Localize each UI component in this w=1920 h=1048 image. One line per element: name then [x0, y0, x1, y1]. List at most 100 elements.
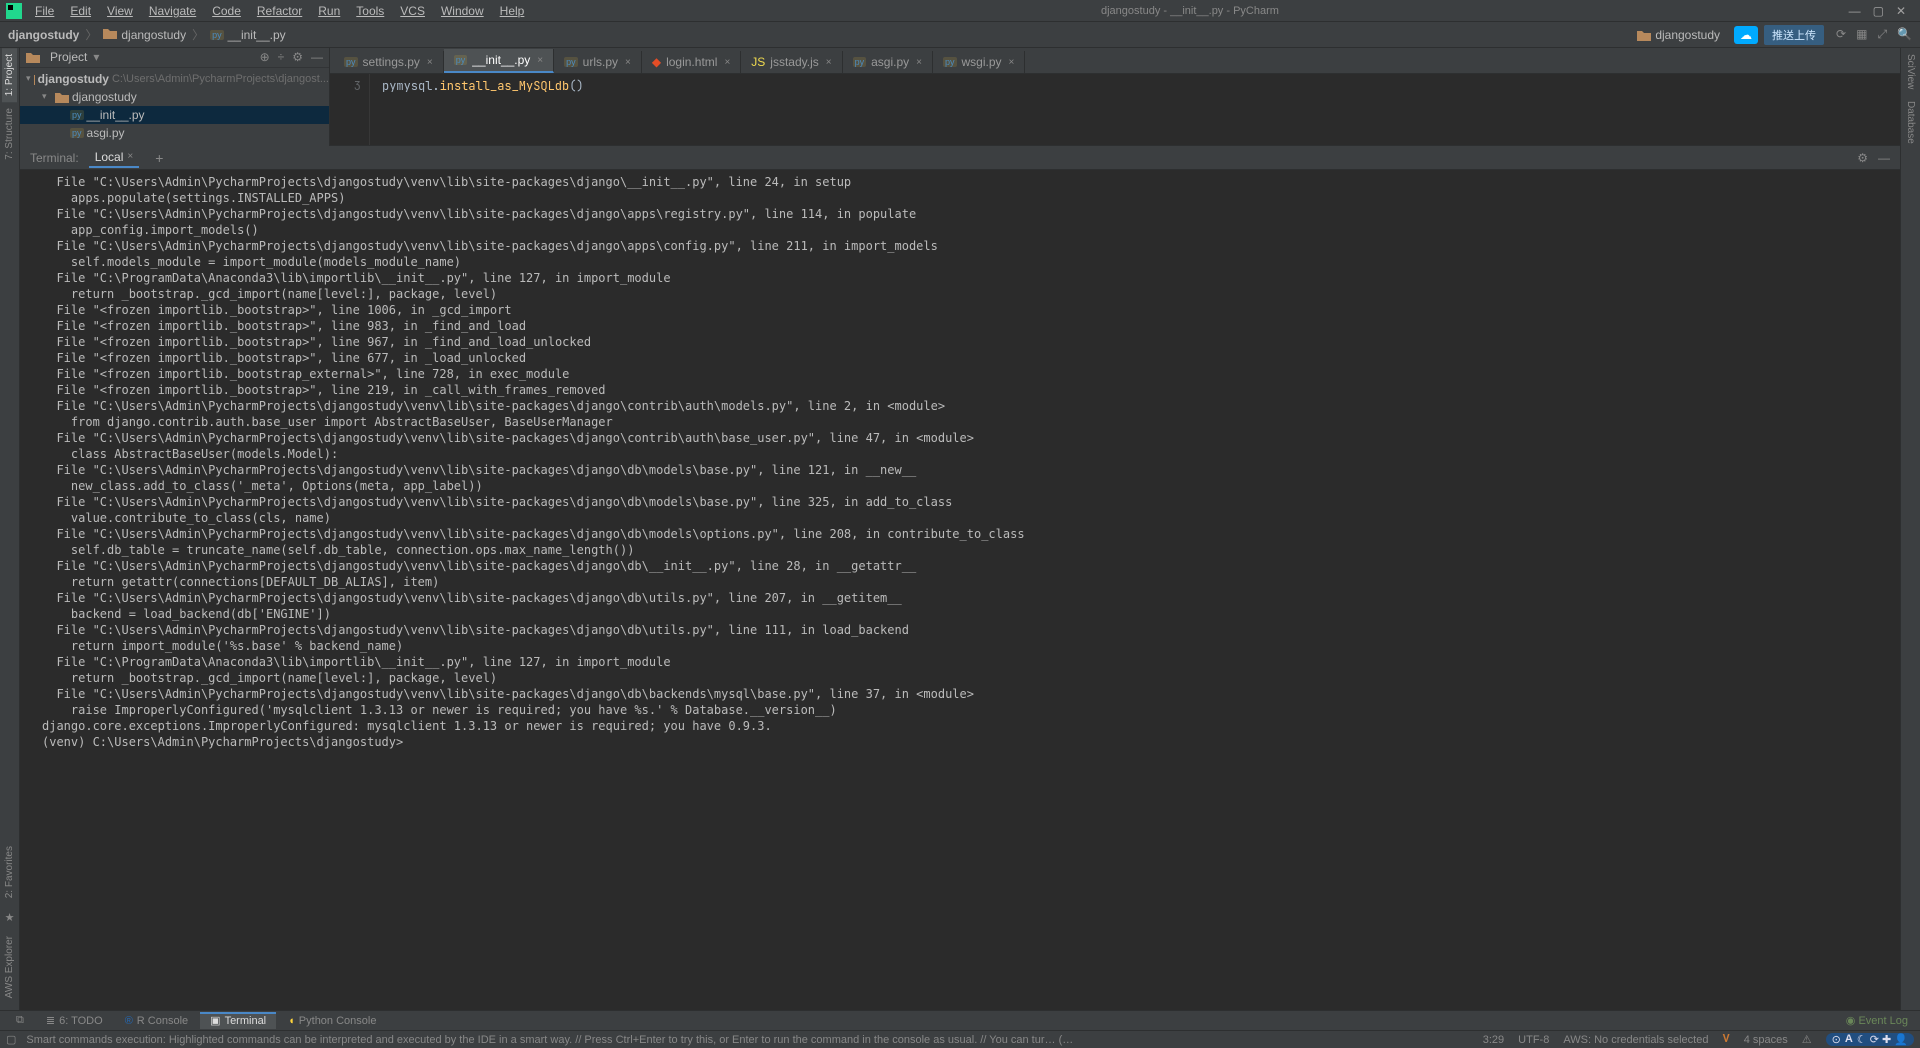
project-panel-title: Project	[50, 50, 87, 64]
breadcrumb-module[interactable]: djangostudy	[121, 28, 186, 42]
inspections-icon[interactable]: ⚠	[1802, 1033, 1812, 1046]
close-tab-icon[interactable]: ×	[537, 55, 543, 66]
add-terminal-button[interactable]: +	[155, 150, 163, 166]
event-log-button[interactable]: ◉ Event Log	[1846, 1014, 1914, 1027]
menu-edit[interactable]: Edit	[63, 2, 98, 20]
code-body[interactable]: pymysql.install_as_MySQLdb()	[370, 74, 1900, 145]
hide-panel-icon[interactable]: —	[1878, 151, 1890, 165]
close-tab-icon[interactable]: ×	[826, 57, 832, 68]
tree-file-init[interactable]: py __init__.py	[20, 106, 329, 124]
breadcrumb-root[interactable]: djangostudy	[8, 28, 79, 42]
close-tab-icon[interactable]: ×	[427, 57, 433, 68]
menu-refactor[interactable]: Refactor	[250, 2, 309, 20]
favorites-tool-tab[interactable]: 2: Favorites	[2, 840, 17, 904]
cursor-position[interactable]: 3:29	[1483, 1034, 1504, 1046]
project-tool-tab[interactable]: 1: Project	[2, 48, 17, 102]
editor-area: pysettings.py× py__init__.py× pyurls.py×…	[330, 48, 1900, 146]
database-tool-tab[interactable]: Database	[1903, 95, 1918, 150]
menu-file[interactable]: File	[28, 2, 61, 20]
tab-login[interactable]: ◆login.html×	[642, 51, 741, 73]
menu-window[interactable]: Window	[434, 2, 491, 20]
git-icon[interactable]: 𝐕	[1722, 1033, 1729, 1046]
terminal-tab-local[interactable]: Local×	[89, 148, 140, 168]
tab-jsstady[interactable]: JSjsstady.js×	[741, 51, 842, 73]
tree-root[interactable]: ▾ djangostudy C:\Users\Admin\PycharmProj…	[20, 70, 329, 88]
aws-status[interactable]: AWS: No credentials selected	[1563, 1034, 1708, 1046]
close-tab-icon[interactable]: ×	[127, 151, 133, 162]
menu-vcs[interactable]: VCS	[393, 2, 432, 20]
breadcrumb-file[interactable]: __init__.py	[228, 28, 286, 42]
project-panel-header: Project ▾ ⊕ ÷ ⚙ —	[20, 48, 329, 68]
current-dir-badge[interactable]: djangostudy	[1629, 26, 1728, 44]
code-editor[interactable]: 3 pymysql.install_as_MySQLdb()	[330, 74, 1900, 145]
aws-explorer-tool-tab[interactable]: AWS Explorer	[2, 930, 17, 1004]
hide-panel-icon[interactable]: —	[311, 50, 323, 64]
menu-view[interactable]: View	[100, 2, 140, 20]
project-tree[interactable]: ▾ djangostudy C:\Users\Admin\PycharmProj…	[20, 68, 329, 146]
close-tab-icon[interactable]: ×	[916, 57, 922, 68]
menubar: File Edit View Navigate Code Refactor Ru…	[28, 2, 531, 20]
minimize-icon[interactable]: —	[1849, 4, 1861, 18]
code-with-me-widget[interactable]: ⊙ A ☾ ⟳ ✚ 👤	[1826, 1033, 1914, 1046]
folder-icon	[1637, 29, 1651, 41]
tree-file-asgi[interactable]: py asgi.py	[20, 124, 329, 142]
maximize-icon[interactable]: ▢	[1873, 4, 1884, 18]
chevron-down-icon[interactable]: ▾	[42, 91, 52, 102]
editor-tabs: pysettings.py× py__init__.py× pyurls.py×…	[330, 48, 1900, 74]
star-icon[interactable]: ★	[5, 911, 15, 924]
tool-terminal[interactable]: ▣Terminal	[200, 1012, 276, 1029]
terminal-title: Terminal:	[30, 151, 79, 165]
sync-icon[interactable]: ⟳	[1836, 27, 1846, 42]
sciview-tool-tab[interactable]: SciView	[1903, 48, 1918, 95]
tool-pyconsole[interactable]: ◖Python Console	[278, 1013, 386, 1029]
tab-init[interactable]: py__init__.py×	[444, 49, 554, 73]
cloud-sync-icon[interactable]: ☁	[1734, 26, 1758, 44]
gear-icon[interactable]: ⚙	[1857, 151, 1868, 165]
file-encoding[interactable]: UTF-8	[1518, 1034, 1549, 1046]
tool-squash-icon[interactable]: ⧉	[6, 1012, 34, 1029]
window-title: djangostudy - __init__.py - PyCharm	[531, 5, 1848, 17]
upload-button[interactable]: 推送上传	[1764, 25, 1824, 45]
tab-asgi[interactable]: pyasgi.py×	[843, 51, 933, 73]
collapse-icon[interactable]: ÷	[278, 50, 285, 64]
tab-urls[interactable]: pyurls.py×	[554, 51, 642, 73]
python-file-icon: py	[564, 57, 578, 67]
tree-folder[interactable]: ▾ djangostudy	[20, 88, 329, 106]
html-file-icon: ◆	[652, 55, 661, 69]
menu-run[interactable]: Run	[311, 2, 347, 20]
chevron-down-icon[interactable]: ▾	[26, 73, 31, 84]
target-icon[interactable]: ⊕	[260, 50, 270, 64]
statusbar: ▢ Smart commands execution: Highlighted …	[0, 1030, 1920, 1048]
center-column: Project ▾ ⊕ ÷ ⚙ — ▾ djangostudy C:\Users…	[20, 48, 1900, 1010]
chevron-down-icon[interactable]: ▾	[93, 50, 99, 64]
statusbar-toggle-icon[interactable]: ▢	[6, 1033, 16, 1046]
project-panel: Project ▾ ⊕ ÷ ⚙ — ▾ djangostudy C:\Users…	[20, 48, 330, 146]
tool-todo[interactable]: ≣6: TODO	[36, 1012, 113, 1029]
close-tab-icon[interactable]: ×	[625, 57, 631, 68]
menu-code[interactable]: Code	[205, 2, 248, 20]
terminal-icon: ▣	[210, 1014, 220, 1027]
close-tab-icon[interactable]: ×	[1009, 57, 1015, 68]
tab-wsgi[interactable]: pywsgi.py×	[933, 51, 1025, 73]
gear-icon[interactable]: ⚙	[292, 50, 303, 64]
python-icon: ◖	[288, 1015, 295, 1027]
tool-rconsole[interactable]: ®R Console	[115, 1013, 198, 1029]
menu-tools[interactable]: Tools	[349, 2, 391, 20]
structure-tool-tab[interactable]: 7: Structure	[2, 102, 17, 166]
expand-icon[interactable]: ⤢	[1877, 27, 1887, 42]
layout-icon[interactable]: ▦	[1856, 27, 1867, 42]
python-file-icon: py	[70, 128, 84, 138]
line-number-gutter: 3	[330, 74, 370, 145]
navbar: djangostudy 〉 djangostudy 〉 py __init__.…	[0, 22, 1920, 48]
close-icon[interactable]: ✕	[1896, 4, 1906, 18]
python-file-icon: py	[344, 57, 358, 67]
python-file-icon: py	[454, 55, 468, 65]
menu-navigate[interactable]: Navigate	[142, 2, 203, 20]
app-logo-icon	[6, 3, 22, 19]
search-icon[interactable]: 🔍	[1897, 27, 1912, 42]
menu-help[interactable]: Help	[493, 2, 532, 20]
close-tab-icon[interactable]: ×	[724, 57, 730, 68]
terminal-output[interactable]: File "C:\Users\Admin\PycharmProjects\dja…	[20, 170, 1900, 1010]
tab-settings[interactable]: pysettings.py×	[334, 51, 444, 73]
indent-info[interactable]: 4 spaces	[1744, 1034, 1788, 1046]
